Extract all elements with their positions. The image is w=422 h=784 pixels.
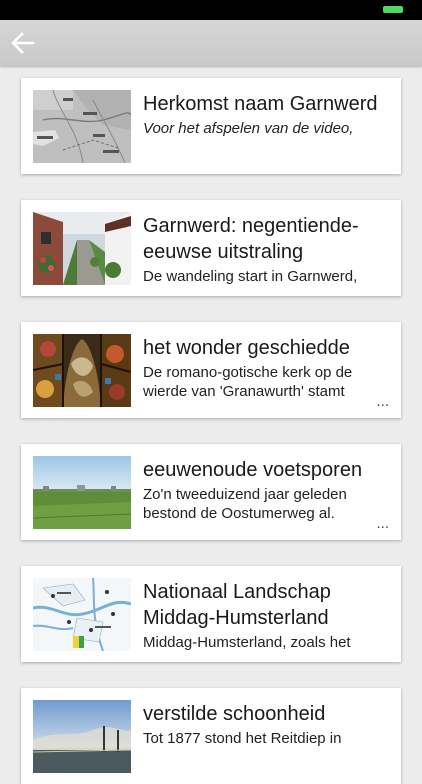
list-item-verstilde-schoonheid[interactable]: verstilde schoonheid Tot 1877 stond het … bbox=[21, 688, 401, 784]
item-description: Middag-Humsterland, zoals het bbox=[143, 634, 351, 651]
item-title: het wonder geschiedde bbox=[143, 337, 350, 359]
item-title: eeuwenoude voetsporen bbox=[143, 459, 363, 481]
list-item-garnwerd-negentiende-eeuwse-uitstraling[interactable]: Garnwerd: negentiende-eeuwse uitstraling… bbox=[21, 200, 401, 296]
list-item-eeuwenoude-voetsporen[interactable]: eeuwenoude voetsporen Zo'n tweeduizend j… bbox=[21, 444, 401, 540]
list-item-het-wonder-geschiedde[interactable]: het wonder geschiedde De romano-gotische… bbox=[21, 322, 401, 418]
meadow-thumbnail bbox=[33, 456, 131, 529]
item-description: Zo'n tweeduizend jaar geleden bestond de… bbox=[143, 486, 347, 522]
app-bar bbox=[0, 20, 422, 66]
stained-glass-thumbnail bbox=[33, 334, 131, 407]
battery-icon bbox=[383, 6, 403, 13]
village-alley-thumbnail bbox=[33, 212, 131, 285]
item-title: Garnwerd: negentiende-eeuwse uitstraling bbox=[143, 215, 359, 263]
more-ellipsis: ... bbox=[376, 515, 389, 532]
landscape-map-thumbnail bbox=[33, 578, 131, 651]
status-bar bbox=[0, 0, 422, 20]
item-title: Nationaal Landschap Middag-Humsterland bbox=[143, 581, 331, 629]
list-item-nationaal-landschap-middag-humsterland[interactable]: Nationaal Landschap Middag-Humsterland M… bbox=[21, 566, 401, 662]
back-button[interactable] bbox=[8, 28, 40, 58]
item-description: De romano-gotische kerk op de wierde van… bbox=[143, 364, 353, 400]
item-description: Voor het afspelen van de video, bbox=[143, 120, 354, 137]
item-title: Herkomst naam Garnwerd bbox=[143, 93, 378, 115]
map-thumbnail bbox=[33, 90, 131, 163]
item-title: verstilde schoonheid bbox=[143, 703, 326, 725]
river-sky-thumbnail bbox=[33, 700, 131, 773]
more-ellipsis: ... bbox=[376, 393, 389, 410]
arrow-left-icon bbox=[11, 32, 35, 54]
list-item-herkomst-naam-garnwerd[interactable]: Herkomst naam Garnwerd Voor het afspelen… bbox=[21, 78, 401, 174]
item-description: Tot 1877 stond het Reitdiep in bbox=[143, 730, 342, 747]
item-description: De wandeling start in Garnwerd, bbox=[143, 268, 358, 285]
